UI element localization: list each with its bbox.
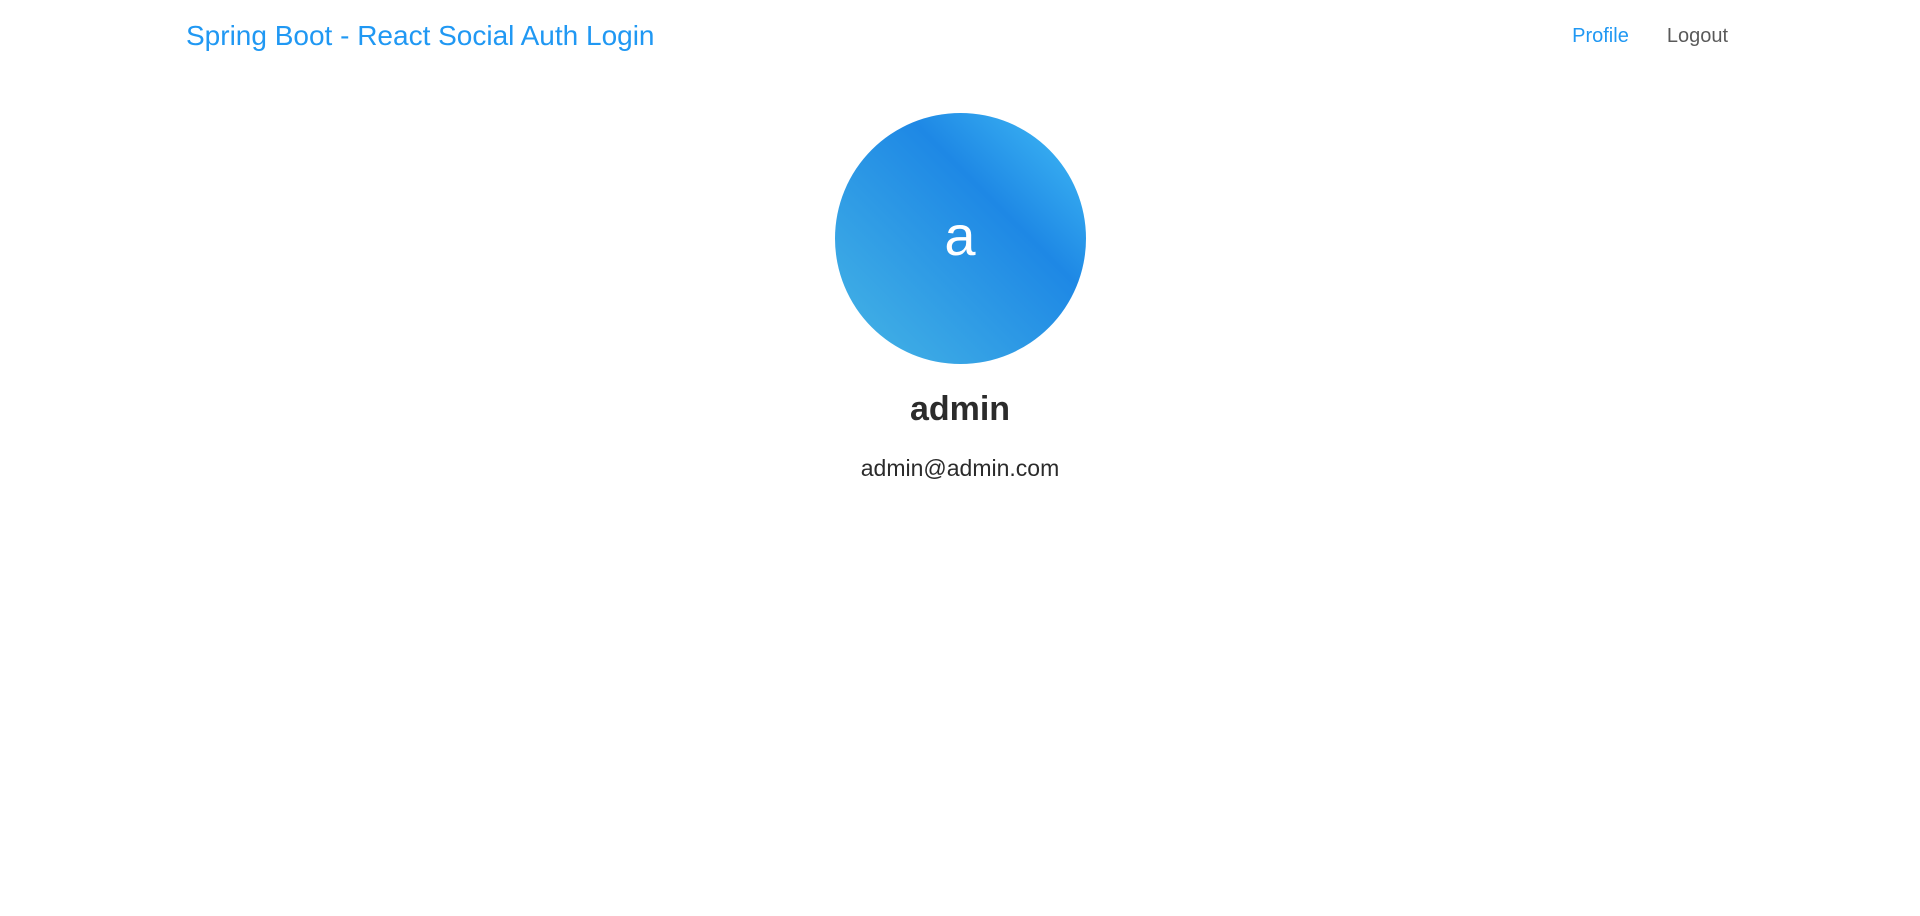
nav-profile-link[interactable]: Profile xyxy=(1572,25,1629,48)
profile-name: admin xyxy=(909,390,1011,428)
app-header: Spring Boot - React Social Auth Login Pr… xyxy=(0,0,1920,75)
profile-email: admin@admin.com xyxy=(860,455,1060,481)
app-title-link[interactable]: Spring Boot - React Social Auth Login xyxy=(186,20,655,52)
top-nav: Profile Logout xyxy=(1572,25,1728,48)
nav-logout-link[interactable]: Logout xyxy=(1667,25,1728,48)
avatar-initial: a xyxy=(944,203,976,267)
avatar: a xyxy=(834,113,1086,364)
profile-section: a admin admin@admin.com xyxy=(0,113,1920,482)
